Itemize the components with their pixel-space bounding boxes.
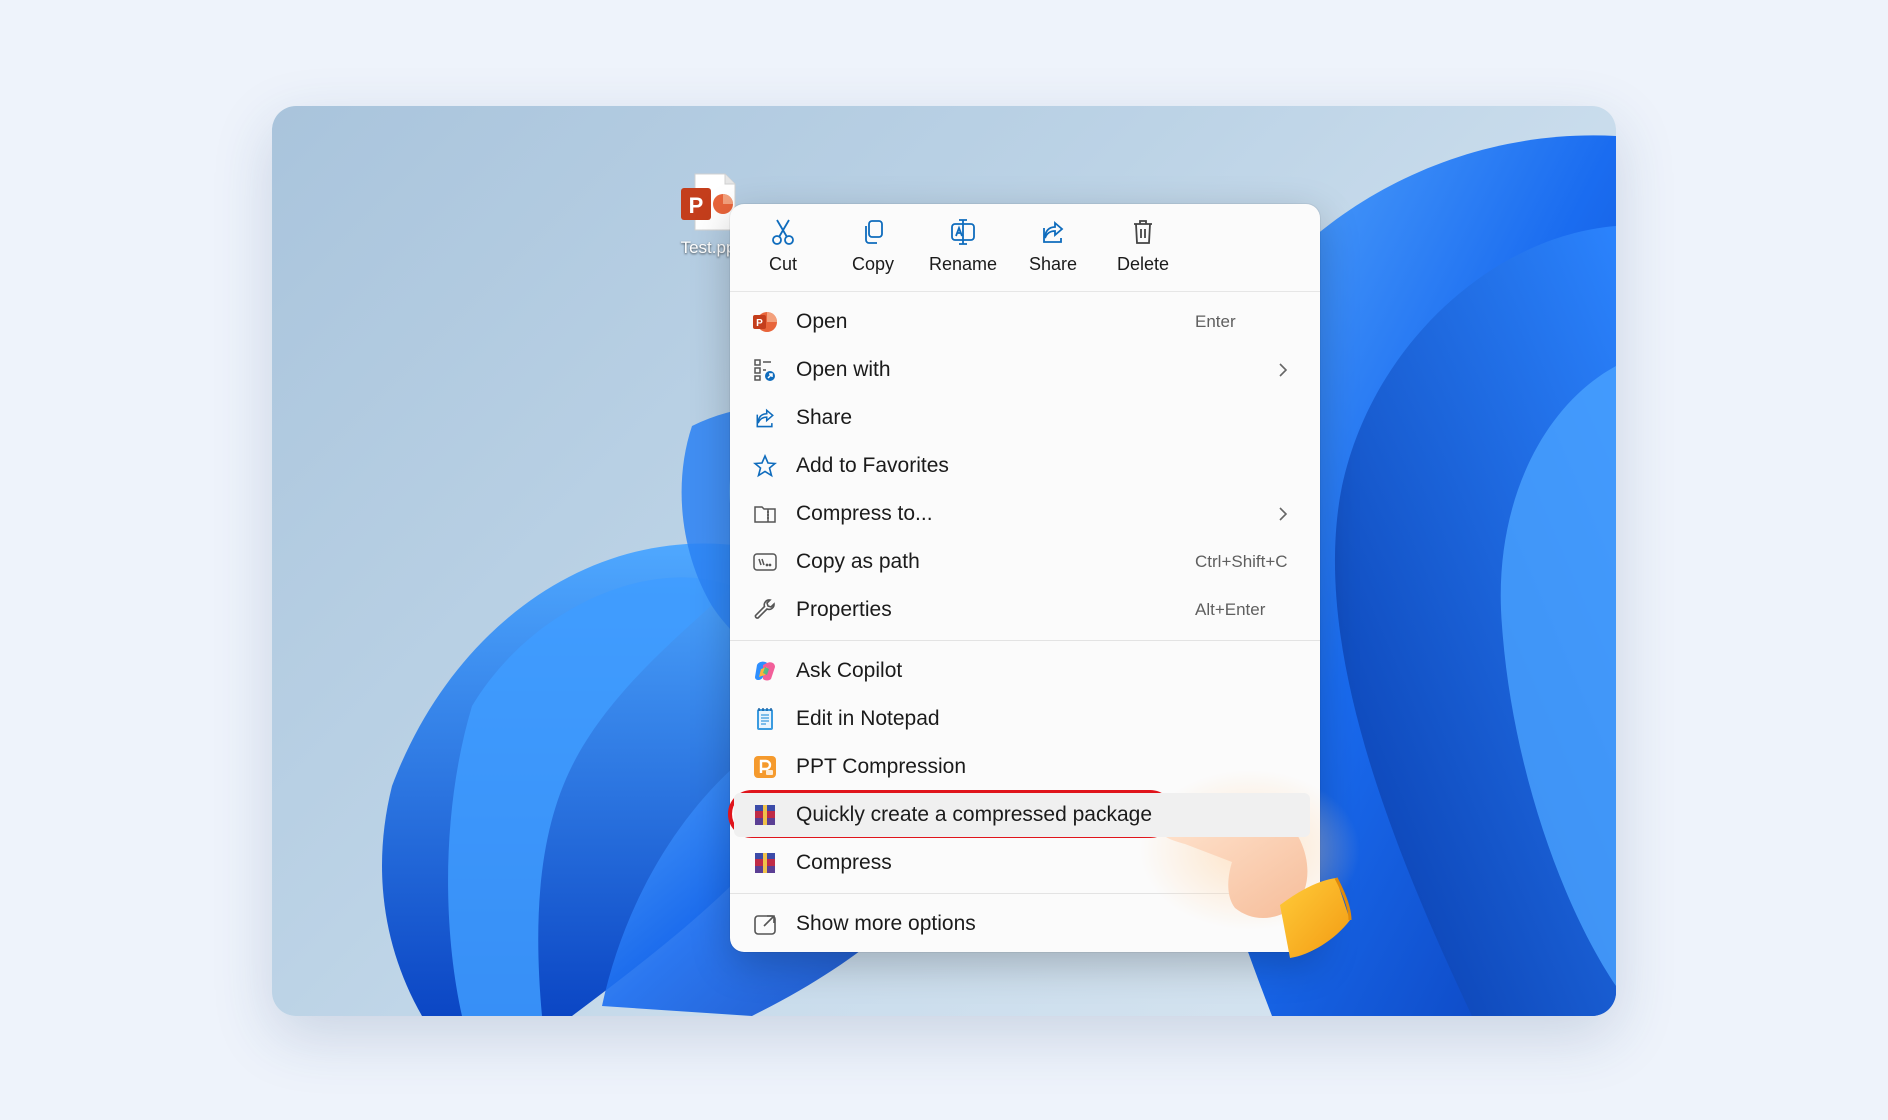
- menu-item-label: Compress to...: [796, 502, 933, 525]
- copy-label: Copy: [851, 254, 895, 274]
- open-with-icon: [752, 357, 778, 383]
- ppt-compression-icon: [752, 754, 778, 780]
- menu-item-compress-to[interactable]: Compress to...: [730, 490, 1320, 538]
- share-icon: [1043, 221, 1064, 243]
- zip-folder-icon: [752, 501, 778, 527]
- cut-button[interactable]: Cut: [738, 218, 828, 291]
- winrar-icon: [752, 850, 778, 876]
- menu-separator: [730, 640, 1320, 641]
- more-options-icon: [752, 911, 778, 937]
- menu-item-share[interactable]: Share: [730, 394, 1320, 442]
- powerpoint-icon: P: [752, 309, 778, 335]
- powerpoint-file-icon: P: [679, 172, 737, 232]
- wrench-icon: [752, 597, 778, 623]
- menu-item-label: Quickly create a compressed package: [796, 803, 1153, 826]
- menu-item-open-with[interactable]: Open with: [730, 346, 1320, 394]
- menu-item-label: Properties: [796, 598, 892, 621]
- star-icon: [752, 453, 778, 479]
- chevron-right-icon: [1279, 363, 1288, 377]
- rename-button[interactable]: Rename: [918, 218, 1008, 291]
- rename-icon: [951, 219, 975, 245]
- share-icon: [752, 405, 778, 431]
- copy-icon: [865, 220, 883, 244]
- menu-item-copy-as-path[interactable]: Copy as path Ctrl+Shift+C: [730, 538, 1320, 586]
- copy-button[interactable]: Copy: [828, 218, 918, 291]
- cut-label: Cut: [768, 254, 797, 274]
- menu-item-label: Open with: [796, 358, 891, 381]
- share-button[interactable]: Share: [1008, 218, 1098, 291]
- scissors-icon: [772, 219, 794, 245]
- delete-button[interactable]: Delete: [1098, 218, 1188, 291]
- svg-text:P: P: [756, 318, 763, 329]
- trash-icon: [1134, 220, 1152, 244]
- notepad-icon: [752, 706, 778, 732]
- delete-label: Delete: [1116, 254, 1170, 274]
- rename-label: Rename: [928, 254, 998, 274]
- chevron-right-icon: [1279, 507, 1288, 521]
- svg-text:P: P: [689, 193, 704, 218]
- menu-item-label: Open: [796, 310, 848, 333]
- menu-item-label: Show more options: [796, 912, 976, 935]
- shortcut-text: Alt+Enter: [1195, 600, 1266, 619]
- menu-item-label: Add to Favorites: [796, 454, 949, 477]
- winrar-icon: [752, 802, 778, 828]
- menu-item-ask-copilot[interactable]: Ask Copilot: [730, 647, 1320, 695]
- share-label: Share: [1028, 254, 1078, 274]
- shortcut-text: Enter: [1195, 312, 1236, 331]
- menu-item-properties[interactable]: Properties Alt+Enter: [730, 586, 1320, 634]
- menu-item-label: Ask Copilot: [796, 659, 903, 682]
- menu-item-add-to-favorites[interactable]: Add to Favorites: [730, 442, 1320, 490]
- menu-item-label: Compress: [796, 851, 892, 874]
- menu-item-quickly-create-compressed-package[interactable]: Quickly create a compressed package: [730, 791, 1320, 839]
- copilot-icon: [752, 658, 778, 684]
- menu-item-label: PPT Compression: [796, 755, 967, 778]
- shortcut-text: Ctrl+Shift+C: [1195, 552, 1288, 571]
- menu-item-edit-in-notepad[interactable]: Edit in Notepad: [730, 695, 1320, 743]
- path-icon: [752, 549, 778, 575]
- context-toolbar: Cut Copy Rename Share Delete: [730, 204, 1320, 292]
- menu-item-open[interactable]: P Open Enter: [730, 298, 1320, 346]
- menu-item-label: Copy as path: [796, 550, 920, 573]
- menu-item-label: Edit in Notepad: [796, 707, 940, 730]
- menu-item-label: Share: [796, 406, 853, 429]
